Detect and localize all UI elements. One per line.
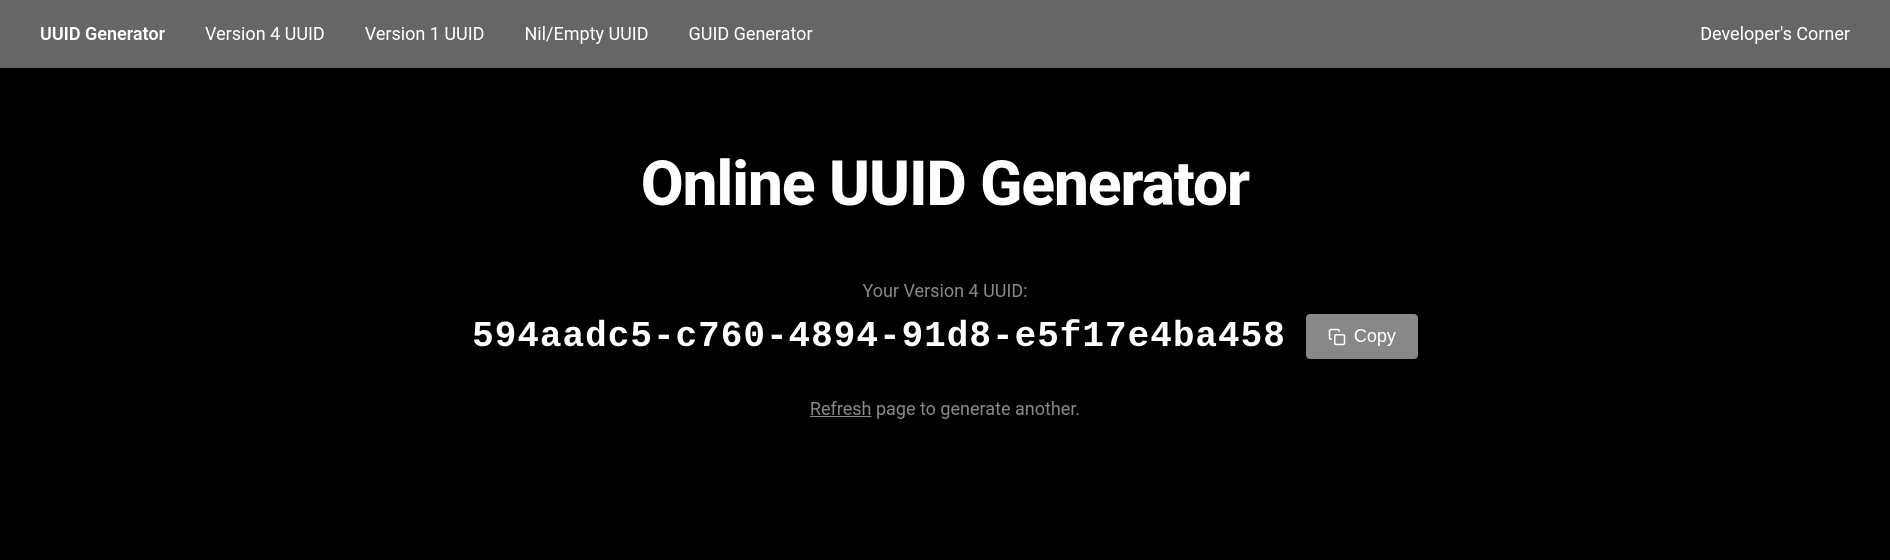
top-nav: UUID Generator Version 4 UUID Version 1 … <box>0 0 1890 68</box>
copy-button-label: Copy <box>1354 326 1396 347</box>
page-title: Online UUID Generator <box>641 148 1249 221</box>
refresh-suffix: page to generate another. <box>876 399 1080 420</box>
uuid-value: 594aadc5-c760-4894-91d8-e5f17e4ba458 <box>472 316 1286 357</box>
refresh-row: Refresh page to generate another. <box>810 399 1080 420</box>
nav-link-guid[interactable]: GUID Generator <box>689 24 813 45</box>
uuid-label: Your Version 4 UUID: <box>862 281 1027 302</box>
copy-button[interactable]: Copy <box>1306 314 1418 359</box>
refresh-link[interactable]: Refresh <box>810 399 872 420</box>
nav-link-version4[interactable]: Version 4 UUID <box>205 24 325 45</box>
nav-link-nil-empty[interactable]: Nil/Empty UUID <box>524 24 648 45</box>
nav-link-version1[interactable]: Version 1 UUID <box>365 24 485 45</box>
main-content: Online UUID Generator Your Version 4 UUI… <box>0 68 1890 560</box>
uuid-row: 594aadc5-c760-4894-91d8-e5f17e4ba458 Cop… <box>472 314 1418 359</box>
nav-brand[interactable]: UUID Generator <box>40 24 165 45</box>
nav-left: UUID Generator Version 4 UUID Version 1 … <box>40 24 1700 45</box>
copy-icon <box>1328 328 1346 346</box>
nav-developers-corner[interactable]: Developer's Corner <box>1700 24 1850 45</box>
